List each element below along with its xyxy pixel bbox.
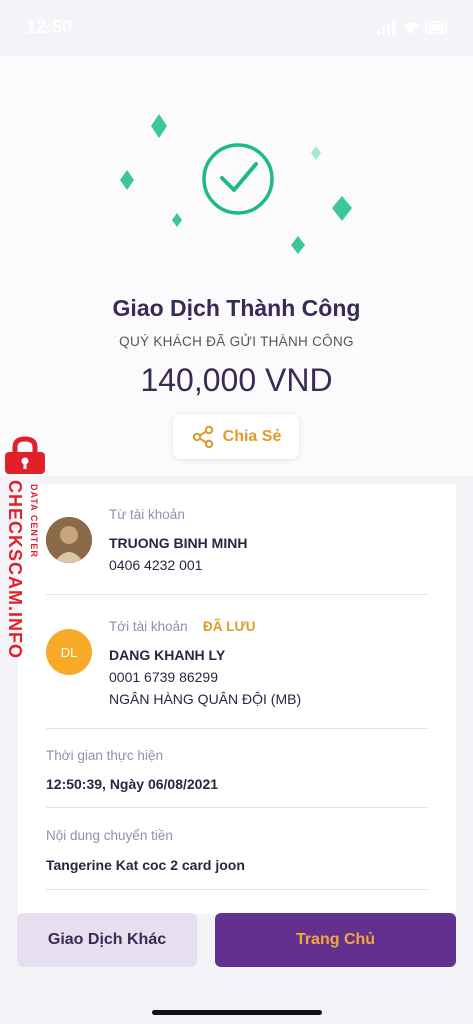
transfer-amount: 140,000 VND <box>140 362 333 398</box>
signal-wifi-battery-icon <box>377 21 447 35</box>
status-time: 12:50 <box>26 17 73 37</box>
time-value: 12:50:39, Ngày 06/08/2021 <box>46 776 219 792</box>
recipient-avatar: DL <box>46 629 92 675</box>
watermark-small: DATA CENTER <box>29 484 39 558</box>
from-account-label: Từ tài khoản <box>109 507 185 522</box>
content-label: Nội dung chuyển tiền <box>46 828 173 843</box>
transaction-details-card: Từ tài khoản TRUONG BINH MINH 0406 4232 … <box>18 484 456 914</box>
share-icon <box>192 425 213 448</box>
divider <box>46 594 428 595</box>
home-indicator <box>152 1010 322 1015</box>
success-header <box>0 56 473 476</box>
check-circle-icon <box>202 143 274 215</box>
share-label: Chia Sẻ <box>222 427 282 445</box>
to-account-label: Tới tài khoản <box>109 619 188 634</box>
recipient-account-number: 0001 6739 86299 <box>109 669 218 685</box>
sparkle-icon <box>120 114 352 254</box>
home-button[interactable]: Trang Chủ <box>215 913 456 967</box>
success-illustration <box>120 114 352 254</box>
other-transaction-button[interactable]: Giao Dịch Khác <box>17 913 197 967</box>
page-title: Giao Dịch Thành Công <box>112 295 361 321</box>
sender-account-number: 0406 4232 001 <box>109 557 203 573</box>
time-label: Thời gian thực hiện <box>46 748 163 763</box>
divider <box>46 889 428 890</box>
recipient-bank: NGÂN HÀNG QUÂN ĐỘI (MB) <box>109 691 302 707</box>
divider <box>46 728 428 729</box>
status-bar: 12:50 <box>0 0 473 56</box>
watermark: CHECKSCAM.INFO DATA CENTER <box>0 436 52 666</box>
sender-name: TRUONG BINH MINH <box>109 535 248 551</box>
share-button[interactable]: Chia Sẻ <box>173 414 299 459</box>
lock-icon <box>5 436 45 474</box>
recipient-name: DANG KHANH LY <box>109 647 226 663</box>
page-subtitle: QUÝ KHÁCH ĐÃ GỬI THÀNH CÔNG <box>119 334 354 349</box>
saved-badge: ĐÃ LƯU <box>203 619 256 634</box>
sender-avatar <box>46 517 92 563</box>
watermark-main: CHECKSCAM.INFO <box>5 480 25 659</box>
content-value: Tangerine Kat coc 2 card joon <box>46 857 245 873</box>
divider <box>46 807 428 808</box>
